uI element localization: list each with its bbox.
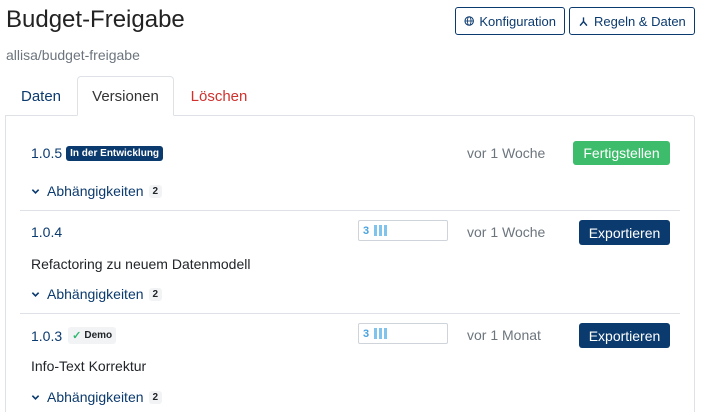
tab-daten[interactable]: Daten bbox=[5, 76, 77, 116]
dependencies-count: 2 bbox=[148, 184, 163, 198]
count-value: 3 bbox=[363, 327, 370, 340]
count-indicator[interactable]: 3 bbox=[358, 323, 448, 344]
version-row: 1.0.3 ✓ Demo 3 vor 1 Monat Exportieren I… bbox=[20, 314, 680, 412]
count-bar bbox=[379, 328, 383, 339]
version-row: 1.0.4 3 vor 1 Woche Exportieren Refactor… bbox=[20, 211, 680, 314]
fork-icon bbox=[579, 16, 588, 26]
export-button[interactable]: Exportieren bbox=[579, 220, 670, 245]
dependencies-toggle[interactable]: Abhängigkeiten 2 bbox=[31, 286, 163, 302]
chevron-down-icon bbox=[31, 290, 40, 299]
status-badge: In der Entwicklung bbox=[66, 145, 164, 161]
version-time: vor 1 Woche bbox=[467, 224, 546, 240]
chevron-down-icon bbox=[31, 393, 40, 402]
page-title: Budget-Freigabe bbox=[6, 6, 185, 33]
tab-loeschen[interactable]: Löschen bbox=[174, 76, 264, 116]
globe-icon bbox=[464, 16, 474, 26]
version-time: vor 1 Woche bbox=[467, 145, 546, 161]
count-bar bbox=[384, 225, 388, 236]
version-number[interactable]: 1.0.3 bbox=[31, 328, 62, 344]
export-button[interactable]: Exportieren bbox=[579, 323, 670, 348]
finish-button[interactable]: Fertigstellen bbox=[573, 141, 670, 165]
version-number[interactable]: 1.0.4 bbox=[31, 224, 62, 240]
page-subtitle: allisa/budget-freigabe bbox=[6, 47, 140, 63]
version-time: vor 1 Monat bbox=[467, 327, 541, 343]
count-value: 3 bbox=[363, 224, 370, 237]
dependencies-label: Abhängigkeiten bbox=[47, 286, 144, 302]
count-bar bbox=[379, 225, 383, 236]
dependencies-label: Abhängigkeiten bbox=[47, 183, 144, 199]
configuration-button-label: Konfiguration bbox=[479, 13, 556, 29]
tab-versionen[interactable]: Versionen bbox=[77, 76, 174, 116]
dependencies-count: 2 bbox=[148, 390, 163, 404]
chevron-down-icon bbox=[31, 187, 40, 196]
versions-panel: 1.0.5 In der Entwicklung vor 1 Woche Fer… bbox=[5, 115, 695, 412]
dependencies-label: Abhängigkeiten bbox=[47, 389, 144, 405]
tab-bar: Daten Versionen Löschen bbox=[5, 76, 695, 116]
count-indicator[interactable]: 3 bbox=[358, 220, 448, 241]
count-bar bbox=[374, 225, 378, 236]
dependencies-toggle[interactable]: Abhängigkeiten 2 bbox=[31, 183, 163, 199]
version-description: Info-Text Korrektur bbox=[31, 358, 147, 374]
version-description: Refactoring zu neuem Datenmodell bbox=[31, 256, 251, 272]
rules-data-button-label: Regeln & Daten bbox=[594, 13, 686, 29]
count-bar bbox=[384, 328, 388, 339]
dependencies-count: 2 bbox=[148, 287, 163, 301]
count-bar bbox=[374, 328, 378, 339]
demo-badge: ✓ Demo bbox=[68, 327, 117, 344]
check-icon: ✓ bbox=[72, 330, 82, 342]
rules-data-button[interactable]: Regeln & Daten bbox=[569, 7, 695, 35]
version-number[interactable]: 1.0.5 bbox=[31, 145, 62, 161]
dependencies-toggle[interactable]: Abhängigkeiten 2 bbox=[31, 389, 163, 405]
configuration-button[interactable]: Konfiguration bbox=[455, 7, 565, 35]
demo-badge-label: Demo bbox=[84, 330, 113, 341]
version-row: 1.0.5 In der Entwicklung vor 1 Woche Fer… bbox=[20, 116, 680, 211]
